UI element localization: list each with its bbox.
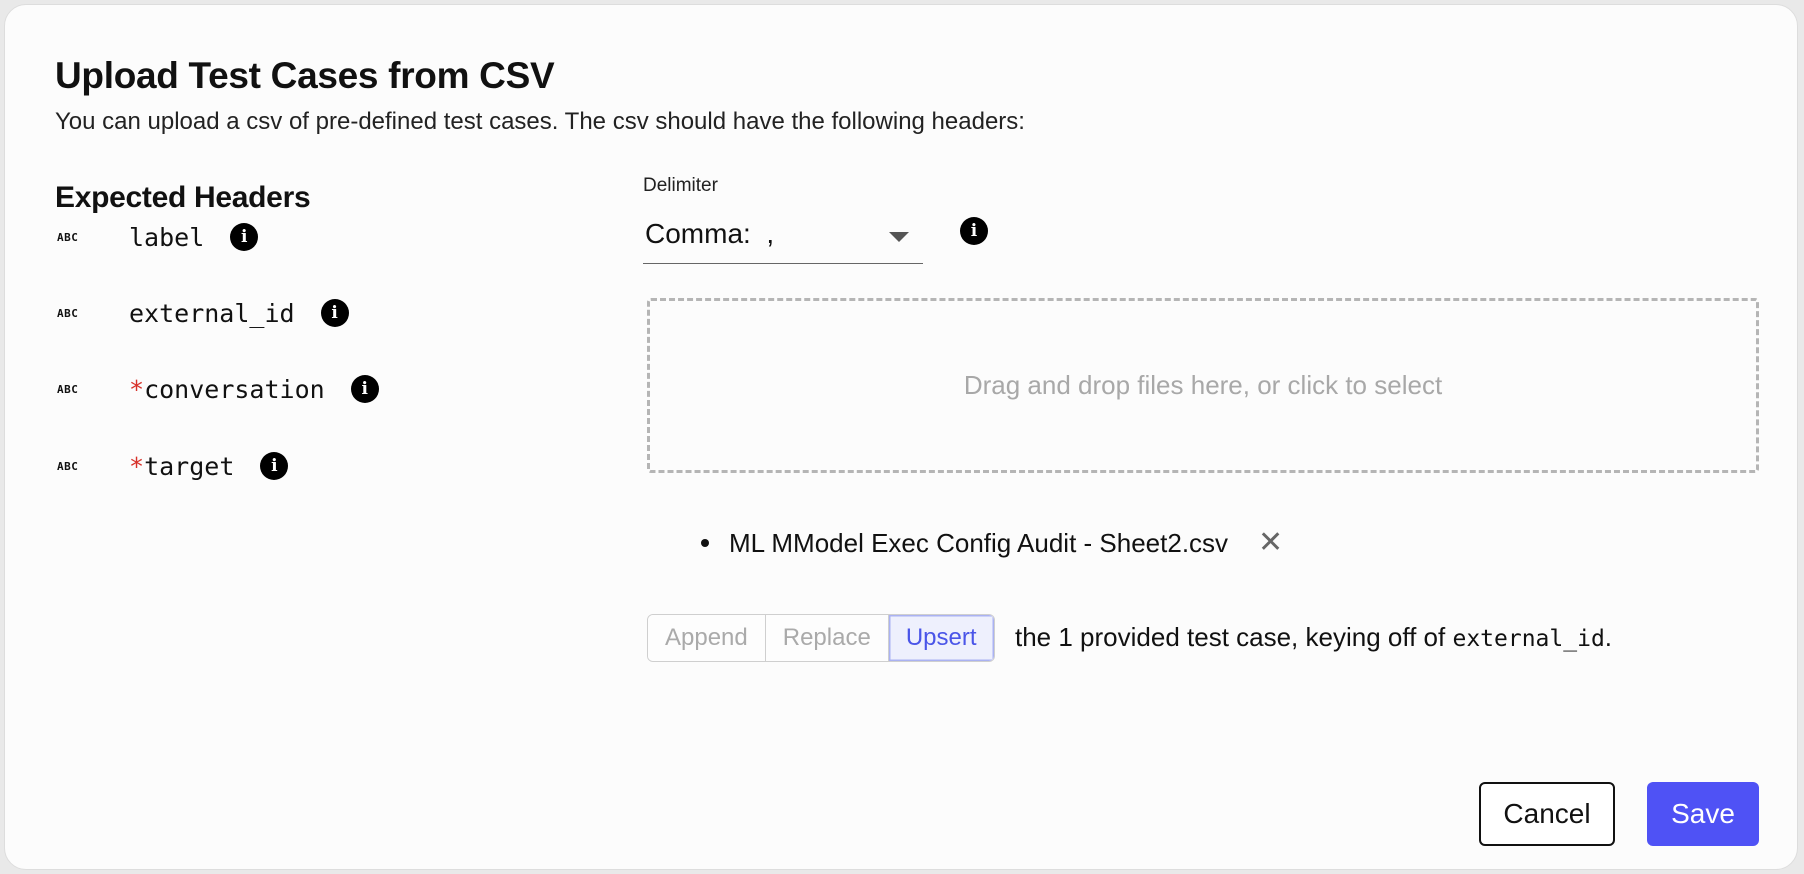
info-icon[interactable]: i <box>320 299 349 327</box>
text-type-icon: ABC <box>57 382 79 396</box>
file-dropzone[interactable]: Drag and drop files here, or click to se… <box>647 298 1759 473</box>
save-button[interactable]: Save <box>1647 782 1759 846</box>
caret-down-icon <box>889 232 909 242</box>
header-row-label: ABC label i <box>57 217 259 257</box>
mode-replace-button[interactable]: Replace <box>765 615 889 661</box>
text-type-icon: ABC <box>57 230 79 244</box>
header-row-external-id: ABC external_id i <box>57 293 349 333</box>
info-icon[interactable]: i <box>260 452 289 480</box>
file-name: ML MModel Exec Config Audit - Sheet2.csv <box>729 527 1229 558</box>
bullet-icon <box>701 539 709 547</box>
header-name-text: target <box>144 451 235 481</box>
cancel-button[interactable]: Cancel <box>1479 782 1615 846</box>
header-name: *conversation <box>129 375 325 404</box>
info-icon[interactable]: i <box>230 223 259 251</box>
mode-description: the 1 provided test case, keying off of … <box>1015 622 1612 653</box>
mode-append-button[interactable]: Append <box>648 615 766 661</box>
header-name: external_id <box>129 298 295 328</box>
required-marker: * <box>129 374 145 404</box>
delimiter-selected-value: Comma: , <box>645 218 775 249</box>
header-name: label <box>129 222 205 252</box>
upload-csv-dialog: Upload Test Cases from CSV You can uploa… <box>4 4 1798 870</box>
expected-headers-title: Expected Headers <box>55 181 311 214</box>
header-name-text: conversation <box>144 374 325 404</box>
text-type-icon: ABC <box>57 459 79 473</box>
info-icon[interactable]: i <box>350 375 379 403</box>
delimiter-select[interactable]: Comma: , <box>643 212 923 264</box>
dialog-title: Upload Test Cases from CSV <box>55 55 555 96</box>
close-icon[interactable]: ✕ <box>1258 528 1283 558</box>
header-row-conversation: ABC *conversation i <box>57 369 379 409</box>
mode-description-key: external_id <box>1452 626 1605 652</box>
required-marker: * <box>129 451 145 481</box>
upload-mode-toggle: Append Replace Upsert <box>647 614 995 662</box>
header-name: *target <box>129 452 234 481</box>
header-row-target: ABC *target i <box>57 446 289 486</box>
dropzone-text: Drag and drop files here, or click to se… <box>963 370 1443 400</box>
info-icon[interactable]: i <box>960 217 988 245</box>
mode-description-text: the 1 provided test case, keying off of <box>1015 622 1453 652</box>
delimiter-label: Delimiter <box>643 175 718 196</box>
file-list-item: ML MModel Exec Config Audit - Sheet2.csv… <box>701 525 1283 561</box>
mode-upsert-button[interactable]: Upsert <box>888 615 994 661</box>
dialog-subtitle: You can upload a csv of pre-defined test… <box>55 108 1025 135</box>
mode-description-suffix: . <box>1604 622 1613 652</box>
text-type-icon: ABC <box>57 306 79 320</box>
